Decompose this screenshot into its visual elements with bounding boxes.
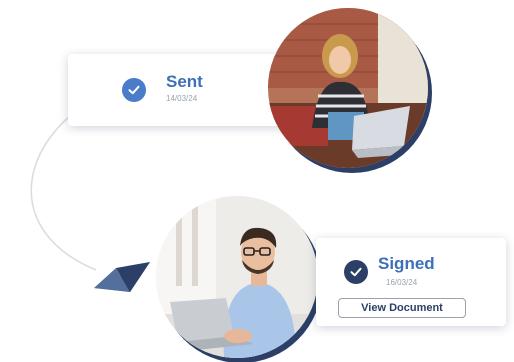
- view-document-button[interactable]: View Document: [338, 298, 466, 318]
- signed-status-date: 16/03/24: [386, 278, 418, 287]
- man-laptop-photo: [156, 196, 318, 358]
- sent-status-card: Sent 14/03/24: [68, 54, 294, 126]
- signed-status-title: Signed: [378, 254, 435, 273]
- sent-status-date: 14/03/24: [166, 94, 198, 103]
- check-circle-icon: [122, 78, 146, 102]
- woman-laptop-photo: [268, 8, 428, 168]
- signed-status-card: Signed 16/03/24 View Document: [316, 238, 506, 326]
- paper-plane-icon: [94, 262, 150, 292]
- sent-status-title: Sent: [166, 72, 203, 91]
- check-circle-icon: [344, 260, 368, 284]
